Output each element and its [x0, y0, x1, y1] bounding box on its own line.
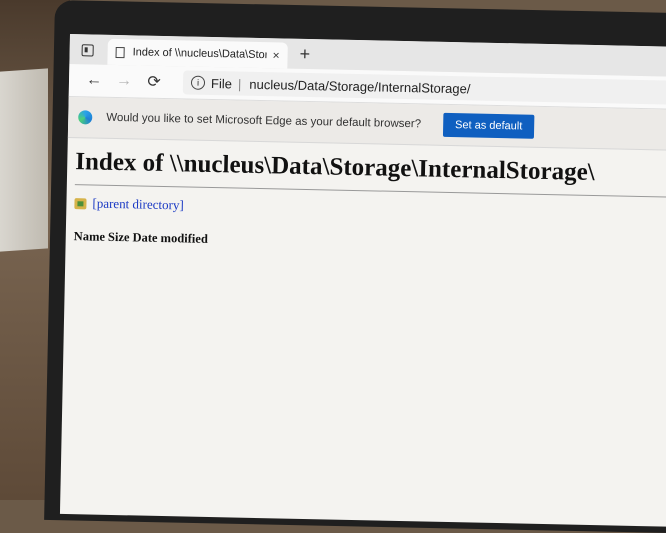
column-date-modified[interactable]: Date modified — [132, 230, 211, 247]
parent-directory-link[interactable]: [parent directory] — [92, 196, 184, 214]
new-tab-button[interactable]: + — [299, 44, 310, 65]
url-text[interactable]: nucleus/Data/Storage/InternalStorage/ — [249, 76, 470, 96]
forward-button[interactable]: → — [109, 72, 139, 91]
refresh-button[interactable]: ⟳ — [139, 71, 169, 92]
tab-active[interactable]: Index of \\nucleus\Data\Storage\ × — [107, 38, 288, 69]
folder-up-icon — [74, 197, 87, 209]
column-name[interactable]: Name — [74, 229, 109, 245]
address-separator: | — [237, 76, 242, 92]
directory-listing: Index of \\nucleus\Data\Storage\Internal… — [65, 138, 666, 263]
document-icon — [115, 46, 125, 58]
table-header-row: Name Size Date modified — [74, 229, 211, 247]
infobar-message: Would you like to set Microsoft Edge as … — [106, 111, 422, 131]
browser-window: Index of \\nucleus\Data\Storage\ × + ← →… — [59, 34, 666, 527]
close-tab-icon[interactable]: × — [272, 48, 279, 62]
info-icon[interactable]: i — [190, 75, 206, 90]
column-size[interactable]: Size — [108, 230, 133, 246]
tab-title: Index of \\nucleus\Data\Storage\ — [132, 46, 267, 62]
parent-directory-row: [parent directory] — [74, 195, 666, 224]
paper-stack — [0, 68, 48, 252]
file-table: Name Size Date modified — [74, 229, 211, 247]
edge-logo-icon — [78, 110, 93, 125]
back-button[interactable]: ← — [79, 71, 109, 90]
address-bar[interactable]: i File | nucleus/Data/Storage/InternalSt… — [182, 70, 666, 105]
url-scheme: File — [210, 75, 233, 91]
page-title: Index of \\nucleus\Data\Storage\Internal… — [75, 148, 595, 187]
set-as-default-button[interactable]: Set as default — [442, 112, 535, 139]
tab-actions-icon[interactable] — [81, 44, 94, 57]
